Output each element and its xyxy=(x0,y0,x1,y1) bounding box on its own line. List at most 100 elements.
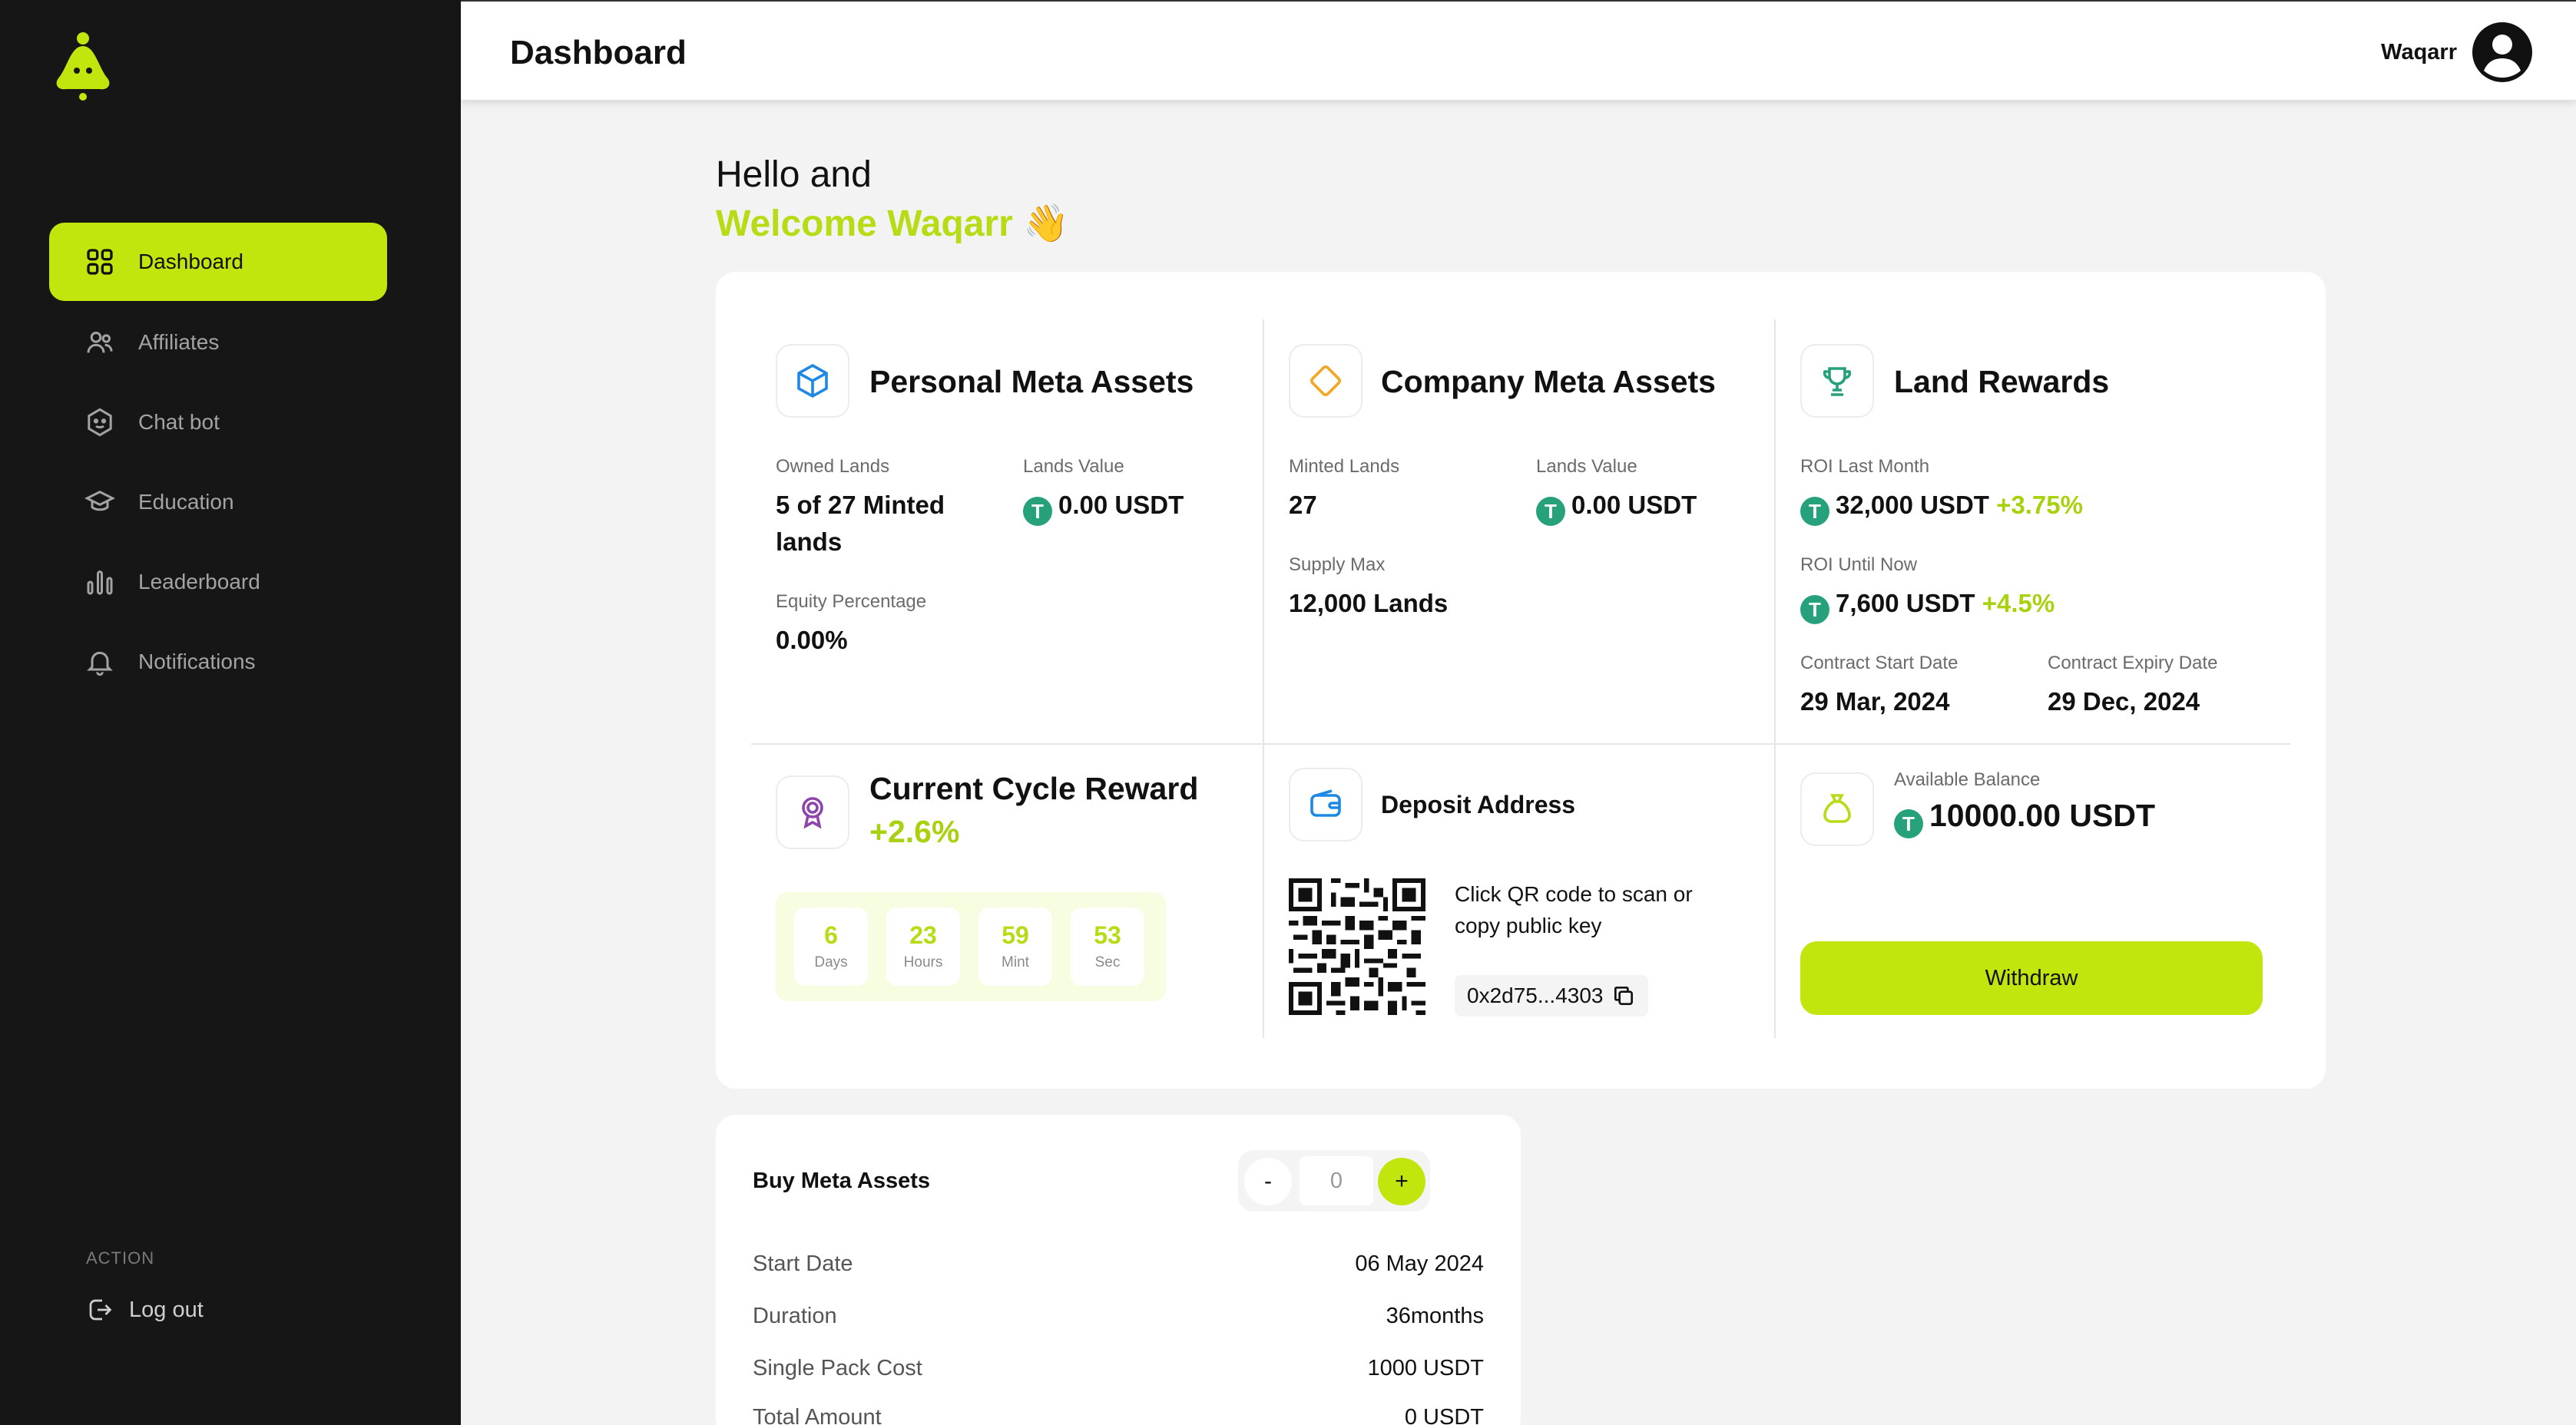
available-balance-label: Available Balance xyxy=(1894,769,2041,790)
bot-face-icon xyxy=(84,407,115,438)
countdown-seconds: 53 Sec xyxy=(1071,908,1144,986)
roi-last-month-change: +3.75% xyxy=(1996,491,2083,519)
user-name[interactable]: Waqarr xyxy=(2381,40,2457,65)
supply-max-label: Supply Max xyxy=(1289,554,1386,575)
cycle-reward-change: +2.6% xyxy=(869,814,960,849)
sidebar-item-notifications[interactable]: Notifications xyxy=(49,623,387,701)
copy-icon[interactable] xyxy=(1611,984,1636,1008)
page-title: Dashboard xyxy=(510,34,687,71)
equity-label: Equity Percentage xyxy=(776,591,927,612)
public-key: 0x2d75...4303 xyxy=(1467,984,1604,1007)
contract-start-label: Contract Start Date xyxy=(1800,653,1958,673)
sidebar-item-chat-bot[interactable]: Chat bot xyxy=(49,383,387,461)
tether-icon: T xyxy=(1894,809,1923,838)
personal-assets-title: Personal Meta Assets xyxy=(869,364,1194,399)
sidebar-item-label: Notifications xyxy=(138,650,256,673)
tether-icon: T xyxy=(1800,595,1829,624)
pack-cost-label: Single Pack Cost xyxy=(753,1356,922,1380)
available-balance-amount: 10000.00 USDT xyxy=(1929,798,2156,833)
quantity-input[interactable]: 0 xyxy=(1300,1156,1373,1205)
minted-lands-value: 27 xyxy=(1289,491,1317,519)
tether-icon: T xyxy=(1023,497,1052,526)
sidebar: Dashboard Affiliates Chat bot Education … xyxy=(0,0,461,1425)
countdown-hours: 23 Hours xyxy=(886,908,960,986)
available-balance-value: T 10000.00 USDT xyxy=(1894,797,2155,838)
company-lands-value-label: Lands Value xyxy=(1536,456,1637,477)
app-logo[interactable] xyxy=(48,31,118,101)
deposit-instruction: Click QR code to scan or copy public key xyxy=(1455,882,1693,937)
countdown-unit: Mint xyxy=(1002,954,1029,970)
sidebar-item-leaderboard[interactable]: Leaderboard xyxy=(49,543,387,621)
qr-code[interactable] xyxy=(1289,878,1425,1015)
grid-icon xyxy=(84,246,115,277)
owned-lands-value-cont: lands xyxy=(776,527,843,556)
logout-label: Log out xyxy=(129,1297,204,1322)
sidebar-item-label: Affiliates xyxy=(138,330,220,354)
sidebar-item-label: Dashboard xyxy=(138,250,243,273)
owned-lands-label: Owned Lands xyxy=(776,456,890,477)
money-bag-icon xyxy=(1800,772,1874,846)
bar-chart-icon xyxy=(84,567,115,597)
wallet-icon xyxy=(1289,768,1362,841)
start-date-value: 06 May 2024 xyxy=(1355,1251,1484,1276)
sidebar-item-affiliates[interactable]: Affiliates xyxy=(49,303,387,382)
stats-card: Personal Meta Assets Owned Lands 5 of 27… xyxy=(716,272,2326,1089)
decrement-button[interactable]: - xyxy=(1244,1158,1292,1205)
sidebar-section-label: ACTION xyxy=(86,1248,155,1268)
welcome-heading: Welcome Waqarr 👋 xyxy=(716,203,1069,244)
countdown-unit: Sec xyxy=(1094,954,1121,970)
diamond-icon xyxy=(1289,344,1362,418)
total-amount-value: 0 USDT xyxy=(1404,1405,1484,1425)
sidebar-item-label: Education xyxy=(138,490,234,514)
company-lands-value: T 0.00 USDT xyxy=(1536,487,1697,526)
roi-last-month-value: T 32,000 USDT +3.75% xyxy=(1800,487,2083,526)
roi-last-month-amount: 32,000 USDT xyxy=(1836,491,1989,519)
sidebar-item-label: Chat bot xyxy=(138,410,220,434)
company-assets-title: Company Meta Assets xyxy=(1381,364,1716,399)
countdown-value: 23 xyxy=(909,921,937,949)
duration-label: Duration xyxy=(753,1304,837,1328)
withdraw-button[interactable]: Withdraw xyxy=(1800,941,2263,1015)
sidebar-item-education[interactable]: Education xyxy=(49,463,387,541)
logout-icon xyxy=(89,1299,112,1321)
logout-button[interactable]: Log out xyxy=(86,1296,204,1324)
duration-value: 36months xyxy=(1386,1304,1484,1328)
personal-lands-value-text: 0.00 USDT xyxy=(1058,491,1184,519)
personal-lands-value: T 0.00 USDT xyxy=(1023,487,1184,526)
public-key-copy[interactable]: 0x2d75...4303 xyxy=(1455,975,1648,1017)
trophy-icon xyxy=(1800,344,1874,418)
land-rewards-title: Land Rewards xyxy=(1894,364,2110,399)
roi-until-now-value: T 7,600 USDT +4.5% xyxy=(1800,585,2055,624)
graduation-cap-icon xyxy=(84,487,115,517)
contract-start-value: 29 Mar, 2024 xyxy=(1800,687,1950,716)
tether-icon: T xyxy=(1800,497,1829,526)
countdown-value: 59 xyxy=(1002,921,1029,949)
cycle-reward-title: Current Cycle Reward xyxy=(869,771,1199,806)
medal-icon xyxy=(776,775,849,849)
deposit-address-title: Deposit Address xyxy=(1381,791,1576,818)
divider xyxy=(1263,319,1264,1038)
tether-icon: T xyxy=(1536,497,1565,526)
divider xyxy=(1774,319,1776,1038)
minted-lands-label: Minted Lands xyxy=(1289,456,1400,477)
contract-expiry-label: Contract Expiry Date xyxy=(2048,653,2218,673)
personal-lands-value-label: Lands Value xyxy=(1023,456,1124,477)
avatar[interactable] xyxy=(2472,21,2533,83)
increment-button[interactable]: + xyxy=(1378,1158,1425,1205)
roi-until-now-label: ROI Until Now xyxy=(1800,554,1918,575)
cube-icon xyxy=(776,344,849,418)
countdown-value: 6 xyxy=(824,921,838,949)
total-amount-label: Total Amount xyxy=(753,1405,882,1425)
countdown-days: 6 Days xyxy=(794,908,868,986)
roi-last-month-label: ROI Last Month xyxy=(1800,456,1930,477)
countdown-unit: Hours xyxy=(903,954,943,970)
buy-title: Buy Meta Assets xyxy=(753,1169,931,1193)
countdown-minutes: 59 Mint xyxy=(978,908,1052,986)
users-icon xyxy=(84,327,115,358)
countdown-timer: 6 Days 23 Hours 59 Mint 53 Sec xyxy=(776,892,1166,1001)
supply-max-value: 12,000 Lands xyxy=(1289,589,1449,617)
greeting-line: Hello and xyxy=(716,154,872,195)
sidebar-item-dashboard[interactable]: Dashboard xyxy=(49,223,387,301)
divider xyxy=(751,743,2290,745)
sidebar-item-label: Leaderboard xyxy=(138,570,260,593)
